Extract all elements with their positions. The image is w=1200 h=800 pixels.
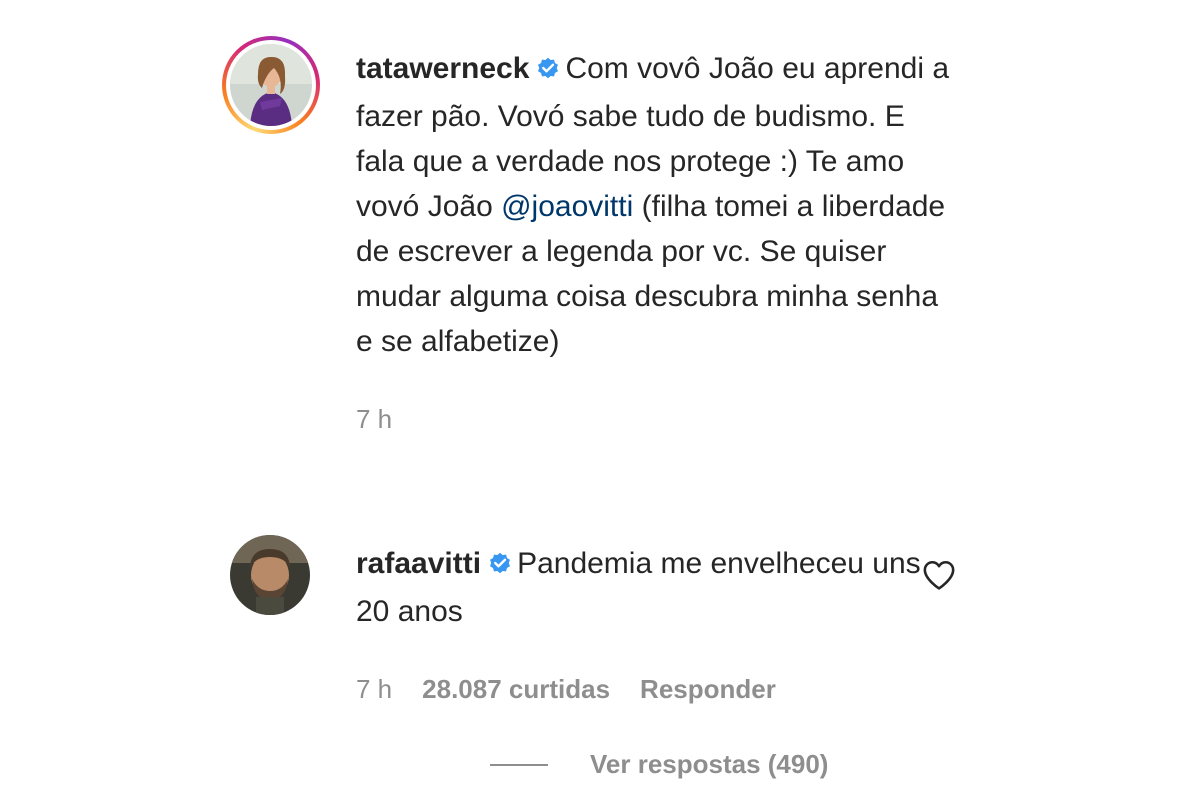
verified-badge-icon: [535, 49, 561, 94]
heart-outline-icon[interactable]: [922, 559, 956, 591]
reply-button[interactable]: Responder: [640, 674, 776, 705]
comment-text: tatawerneck Com vovô João eu aprendi a fa…: [356, 46, 956, 364]
comment-time[interactable]: 7 h: [356, 404, 392, 435]
comment-text: rafaavitti Pandemia me envelheceu uns 20 …: [356, 541, 956, 634]
username-link[interactable]: rafaavitti: [356, 547, 481, 580]
likes-count[interactable]: 28.087 curtidas: [422, 674, 610, 705]
avatar-rafaavitti[interactable]: [230, 535, 310, 615]
verified-badge-icon: [487, 544, 513, 589]
comment-meta: 7 h 28.087 curtidas Responder: [356, 674, 956, 705]
story-ring-avatar[interactable]: [222, 36, 320, 134]
mention-link[interactable]: @joaovitti: [501, 190, 633, 223]
username-link[interactable]: tatawerneck: [356, 52, 529, 85]
view-replies-label: Ver respostas (490): [590, 749, 829, 779]
view-replies-button[interactable]: Ver respostas (490): [490, 749, 828, 780]
comment-time[interactable]: 7 h: [356, 674, 392, 705]
replies-divider: [490, 763, 548, 766]
comment-meta: 7 h: [356, 404, 956, 435]
avatar-tatawerneck[interactable]: [230, 44, 312, 126]
